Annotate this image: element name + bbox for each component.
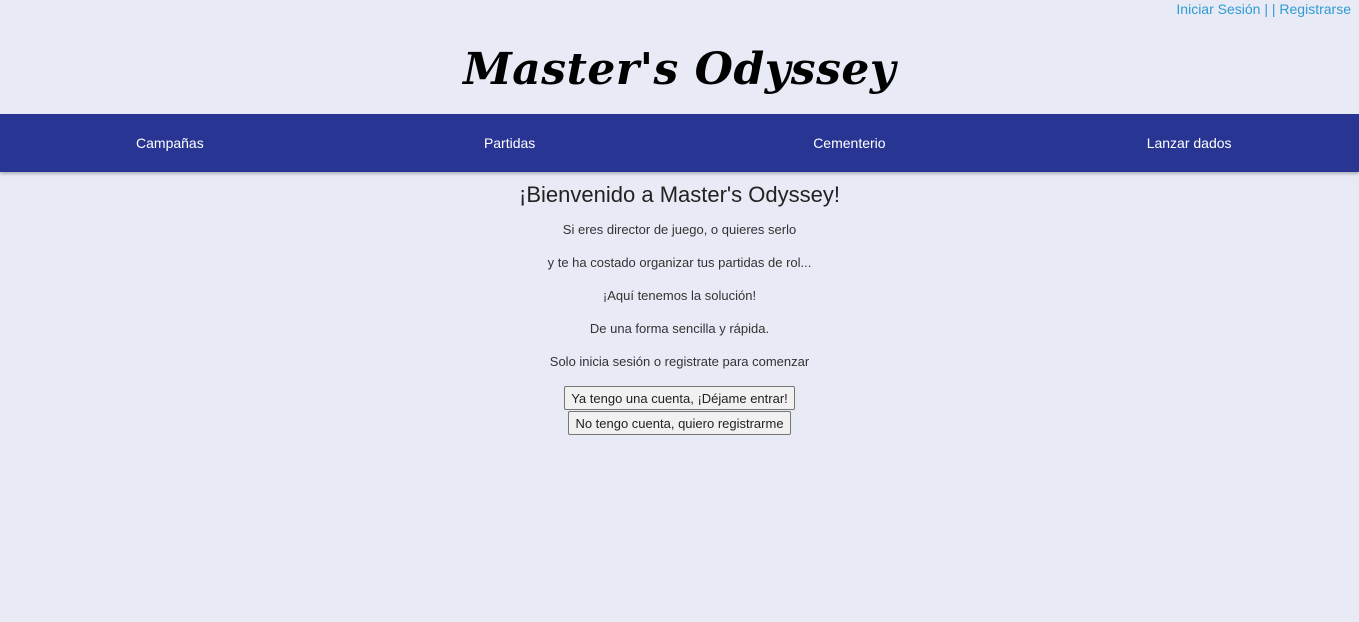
- action-buttons: Ya tengo una cuenta, ¡Déjame entrar! No …: [0, 386, 1359, 435]
- intro-line-2: y te ha costado organizar tus partidas d…: [547, 255, 812, 270]
- site-logo-title[interactable]: Master's Odyssey: [0, 40, 1359, 100]
- main-navbar: Campañas Partidas Cementerio Lanzar dado…: [0, 114, 1359, 172]
- auth-links: Iniciar Sesión | | Registrarse: [1176, 0, 1351, 18]
- login-button[interactable]: Ya tengo una cuenta, ¡Déjame entrar!: [564, 386, 795, 410]
- nav-item-cemetery[interactable]: Cementerio: [680, 114, 1020, 172]
- register-link[interactable]: Registrarse: [1279, 1, 1351, 17]
- nav-item-campaigns[interactable]: Campañas: [0, 114, 340, 172]
- welcome-section: ¡Bienvenido a Master's Odyssey! Si eres …: [0, 180, 1359, 435]
- intro-line-4: De una forma sencilla y rápida.: [589, 321, 770, 336]
- auth-separator: | |: [1264, 1, 1276, 17]
- register-button[interactable]: No tengo cuenta, quiero registrarme: [568, 411, 791, 435]
- welcome-heading: ¡Bienvenido a Master's Odyssey!: [519, 182, 840, 207]
- intro-line-1: Si eres director de juego, o quieres ser…: [562, 222, 797, 237]
- nav-item-games[interactable]: Partidas: [340, 114, 680, 172]
- login-link[interactable]: Iniciar Sesión: [1176, 1, 1260, 17]
- nav-item-roll-dice[interactable]: Lanzar dados: [1019, 114, 1359, 172]
- intro-line-5: Solo inicia sesión o registrate para com…: [549, 354, 810, 369]
- intro-line-3: ¡Aquí tenemos la solución!: [602, 288, 757, 303]
